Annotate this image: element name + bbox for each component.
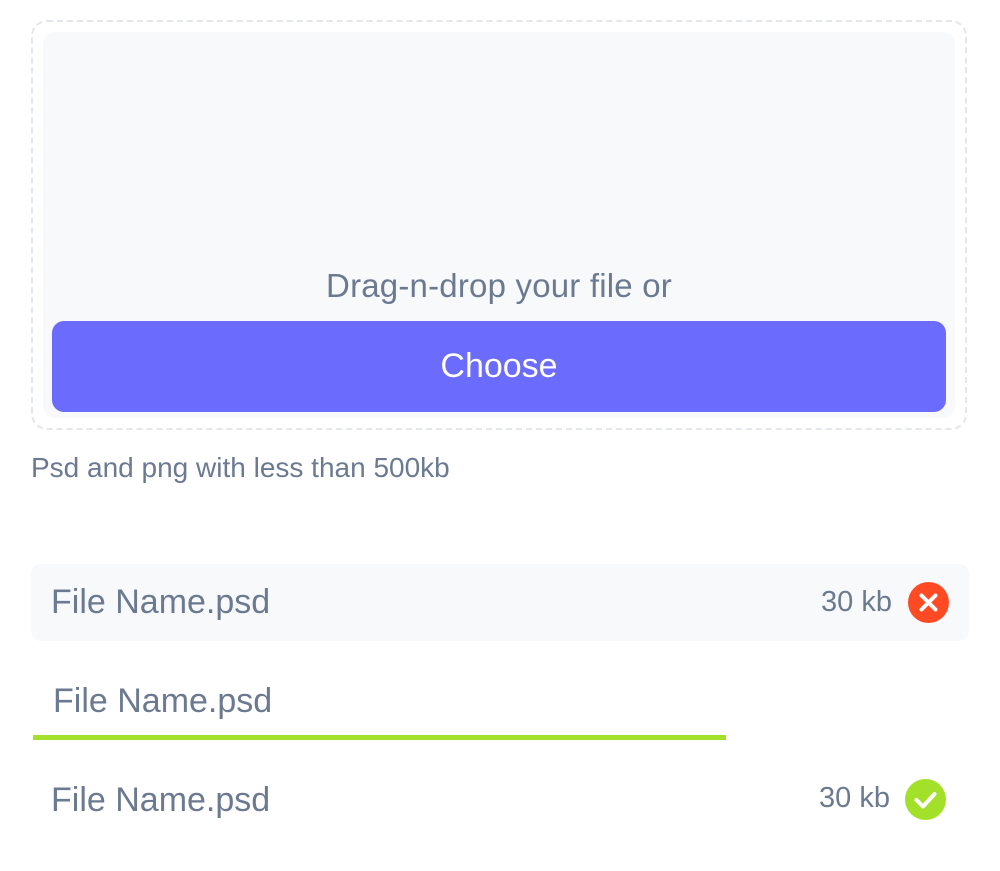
check-circle-icon bbox=[905, 779, 946, 820]
close-circle-icon[interactable] bbox=[908, 582, 949, 623]
file-type-hint: Psd and png with less than 500kb bbox=[31, 452, 450, 483]
file-item-complete: File Name.psd 30 kb bbox=[31, 762, 969, 839]
upload-progress-bar bbox=[33, 735, 726, 740]
file-name: File Name.psd bbox=[51, 781, 271, 819]
file-size: 30 kb bbox=[821, 586, 892, 618]
file-dropzone[interactable]: Drag-n-drop your file or Choose bbox=[31, 20, 967, 430]
upload-progress-fill bbox=[33, 735, 726, 740]
dropzone-area[interactable]: Drag-n-drop your file or Choose bbox=[43, 32, 955, 418]
dropzone-prompt: Drag-n-drop your file or bbox=[326, 267, 672, 304]
file-item-uploading: File Name.psd bbox=[33, 662, 726, 742]
choose-file-button[interactable]: Choose bbox=[52, 321, 946, 412]
file-name: File Name.psd bbox=[51, 583, 271, 621]
file-size: 30 kb bbox=[819, 782, 890, 814]
file-name: File Name.psd bbox=[53, 682, 273, 720]
file-item-error: File Name.psd 30 kb bbox=[31, 564, 969, 641]
